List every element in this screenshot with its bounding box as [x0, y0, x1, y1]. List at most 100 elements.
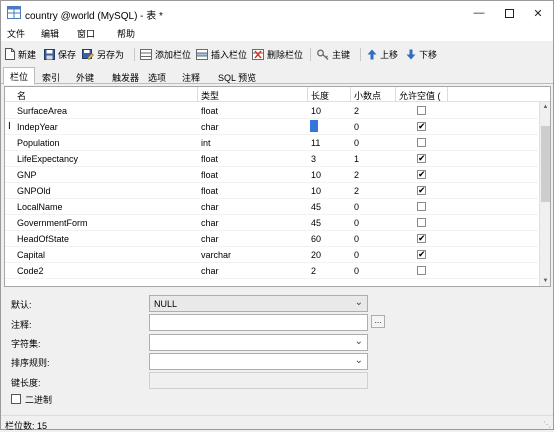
- table-row[interactable]: GovernmentForm char 45 0: [5, 215, 538, 231]
- field-type-cell[interactable]: char: [201, 122, 219, 132]
- table-row[interactable]: Population int 11 0: [5, 135, 538, 151]
- field-name-cell[interactable]: IndepYear: [17, 122, 58, 132]
- field-type-cell[interactable]: char: [201, 218, 219, 228]
- save-button[interactable]: 保存: [44, 46, 76, 62]
- new-button[interactable]: 新建: [5, 46, 36, 62]
- field-name-cell[interactable]: LocalName: [17, 202, 63, 212]
- field-name-cell[interactable]: Population: [17, 138, 60, 148]
- allow-null-checkbox[interactable]: ✔: [417, 185, 426, 195]
- field-name-cell[interactable]: GNPOld: [17, 186, 51, 196]
- field-length-cell[interactable]: 10: [311, 106, 321, 116]
- allow-null-checkbox[interactable]: [417, 106, 426, 115]
- table-row[interactable]: SurfaceArea float 10 2: [5, 103, 538, 119]
- field-length-cell[interactable]: 3: [311, 154, 316, 164]
- field-length-cell[interactable]: 60: [311, 234, 321, 244]
- resize-grip-icon[interactable]: ⋱: [543, 420, 551, 429]
- allow-null-checkbox[interactable]: ✔: [417, 233, 426, 243]
- field-length-cell[interactable]: 11: [311, 138, 320, 148]
- field-type-cell[interactable]: varchar: [201, 250, 231, 260]
- field-name-cell[interactable]: LifeExpectancy: [17, 154, 78, 164]
- field-decimals-cell[interactable]: 0: [354, 266, 359, 276]
- length-edit-cursor[interactable]: [310, 120, 318, 132]
- field-length-cell[interactable]: 45: [311, 202, 321, 212]
- charset-select[interactable]: ⌄: [149, 334, 368, 351]
- field-name-cell[interactable]: GNP: [17, 170, 37, 180]
- field-type-cell[interactable]: char: [201, 266, 219, 276]
- field-type-cell[interactable]: char: [201, 202, 219, 212]
- field-name-cell[interactable]: Code2: [17, 266, 44, 276]
- tab-foreign-keys[interactable]: 外键: [69, 68, 101, 84]
- comment-input[interactable]: [149, 314, 368, 331]
- field-length-cell[interactable]: 10: [311, 170, 321, 180]
- move-down-button[interactable]: 下移: [406, 46, 437, 62]
- table-row[interactable]: GNP float 10 2 ✔: [5, 167, 538, 183]
- add-field-button[interactable]: 添加栏位: [140, 46, 191, 62]
- menu-edit[interactable]: 编辑: [41, 27, 59, 40]
- field-type-cell[interactable]: float: [201, 186, 218, 196]
- field-name-cell[interactable]: HeadOfState: [17, 234, 69, 244]
- field-decimals-cell[interactable]: 2: [354, 186, 359, 196]
- field-length-cell[interactable]: 20: [311, 250, 321, 260]
- allow-null-checkbox[interactable]: [417, 202, 426, 211]
- default-select[interactable]: NULL ⌄: [149, 295, 368, 312]
- insert-field-button[interactable]: 插入栏位: [196, 46, 247, 62]
- scroll-down-icon[interactable]: ▼: [540, 276, 550, 286]
- tab-comment[interactable]: 注释: [175, 68, 207, 84]
- allow-null-checkbox[interactable]: [417, 218, 426, 227]
- field-type-cell[interactable]: float: [201, 154, 218, 164]
- table-row[interactable]: LocalName char 45 0: [5, 199, 538, 215]
- menu-help[interactable]: 帮助: [117, 27, 135, 40]
- column-header-length[interactable]: 长度: [311, 89, 329, 102]
- allow-null-checkbox[interactable]: [417, 138, 426, 147]
- allow-null-checkbox[interactable]: ✔: [417, 249, 426, 259]
- move-up-button[interactable]: 上移: [367, 46, 398, 62]
- field-decimals-cell[interactable]: 0: [354, 122, 359, 132]
- table-row[interactable]: I IndepYear char 0 ✔: [5, 119, 538, 135]
- field-length-cell[interactable]: 45: [311, 218, 321, 228]
- delete-field-button[interactable]: 删除栏位: [252, 46, 303, 62]
- field-name-cell[interactable]: GovernmentForm: [17, 218, 88, 228]
- field-length-cell[interactable]: 2: [311, 266, 316, 276]
- column-header-decimals[interactable]: 小数点: [354, 89, 381, 102]
- maximize-button[interactable]: [494, 1, 524, 25]
- field-name-cell[interactable]: Capital: [17, 250, 45, 260]
- menu-file[interactable]: 文件: [7, 27, 25, 40]
- tab-sql-preview[interactable]: SQL 预览: [211, 68, 263, 84]
- primary-key-button[interactable]: 主键: [317, 46, 350, 62]
- collation-select[interactable]: ⌄: [149, 353, 368, 370]
- field-type-cell[interactable]: char: [201, 234, 219, 244]
- table-row[interactable]: Capital varchar 20 0 ✔: [5, 247, 538, 263]
- field-decimals-cell[interactable]: 2: [354, 106, 359, 116]
- scrollbar-thumb[interactable]: [541, 126, 550, 202]
- tab-fields[interactable]: 栏位: [3, 67, 36, 85]
- column-header-name[interactable]: 名: [17, 89, 26, 102]
- column-header-type[interactable]: 类型: [201, 89, 219, 102]
- field-type-cell[interactable]: float: [201, 106, 218, 116]
- close-button[interactable]: ✕: [523, 1, 553, 25]
- allow-null-checkbox[interactable]: ✔: [417, 121, 426, 131]
- field-length-cell[interactable]: 10: [311, 186, 321, 196]
- field-decimals-cell[interactable]: 0: [354, 250, 359, 260]
- column-header-nullable[interactable]: 允许空值 (: [399, 89, 441, 102]
- field-decimals-cell[interactable]: 0: [354, 138, 359, 148]
- tab-triggers[interactable]: 触发器: [105, 68, 146, 84]
- allow-null-checkbox[interactable]: ✔: [417, 169, 426, 179]
- field-decimals-cell[interactable]: 2: [354, 170, 359, 180]
- field-decimals-cell[interactable]: 1: [354, 154, 359, 164]
- field-type-cell[interactable]: float: [201, 170, 218, 180]
- save-as-button[interactable]: 另存为: [82, 46, 124, 62]
- allow-null-checkbox[interactable]: ✔: [417, 153, 426, 163]
- binary-checkbox[interactable]: [11, 394, 21, 404]
- field-name-cell[interactable]: SurfaceArea: [17, 106, 67, 116]
- table-row[interactable]: LifeExpectancy float 3 1 ✔: [5, 151, 538, 167]
- scroll-up-icon[interactable]: ▲: [540, 102, 550, 112]
- table-row[interactable]: Code2 char 2 0: [5, 263, 538, 279]
- field-type-cell[interactable]: int: [201, 138, 211, 148]
- vertical-scrollbar[interactable]: ▲ ▼: [539, 102, 550, 286]
- field-decimals-cell[interactable]: 0: [354, 234, 359, 244]
- allow-null-checkbox[interactable]: [417, 266, 426, 275]
- tab-indexes[interactable]: 索引: [35, 68, 67, 84]
- minimize-button[interactable]: —: [464, 1, 494, 25]
- menu-window[interactable]: 窗口: [77, 27, 95, 40]
- table-row[interactable]: HeadOfState char 60 0 ✔: [5, 231, 538, 247]
